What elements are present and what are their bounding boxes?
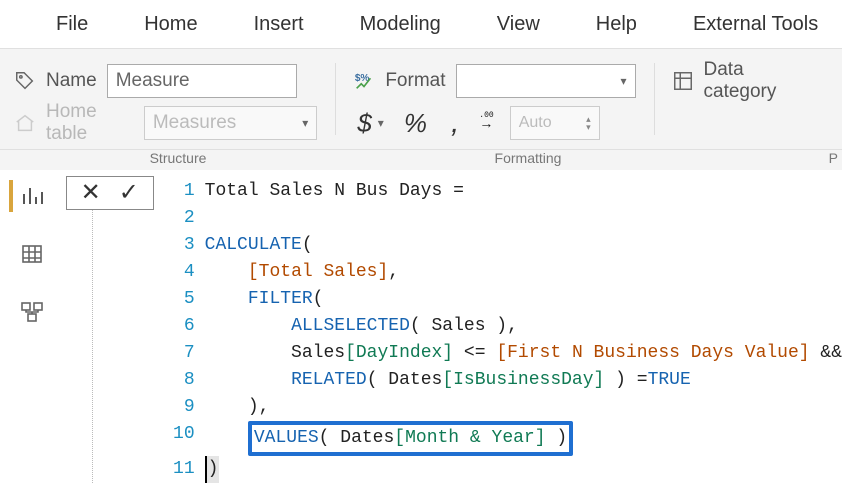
menu-view[interactable]: View	[469, 3, 568, 46]
spinner-icon: ▴▾	[586, 115, 591, 131]
format-icon: $%	[353, 70, 375, 92]
code-line: 1Total Sales N Bus Days =	[93, 178, 842, 205]
home-table-icon	[14, 112, 36, 134]
decimal-auto-value: Auto	[519, 114, 552, 132]
format-select[interactable]: ▾	[456, 64, 636, 98]
line-number: 2	[171, 205, 205, 232]
line-number: 1	[171, 178, 205, 205]
group-title-properties: P	[700, 150, 842, 166]
line-number: 4	[171, 259, 205, 286]
currency-button[interactable]: $	[353, 108, 375, 139]
name-input[interactable]: Measure	[107, 64, 297, 98]
line-text[interactable]: ),	[205, 394, 270, 421]
view-rail	[0, 170, 58, 483]
code-line: 7 Sales[DayIndex] <= [First N Business D…	[93, 340, 842, 367]
code-line: 10 VALUES( Dates[Month & Year] )	[93, 421, 842, 456]
data-view-button[interactable]	[9, 238, 49, 270]
line-text[interactable]: )	[205, 456, 220, 483]
highlighted-expression: VALUES( Dates[Month & Year] )	[248, 421, 573, 456]
ribbon-group-titles: Structure Formatting P	[0, 150, 842, 170]
home-table-value: Measures	[153, 112, 236, 134]
data-category-label: Data category	[704, 59, 811, 103]
menubar: File Home Insert Modeling View Help Exte…	[0, 0, 842, 48]
formula-accept-reject: ✕ ✓	[66, 176, 154, 210]
line-number: 8	[171, 367, 205, 394]
line-text[interactable]: Sales[DayIndex] <= [First N Business Day…	[205, 340, 842, 367]
line-number: 11	[171, 456, 205, 483]
accept-button[interactable]: ✓	[119, 181, 139, 205]
home-table-select[interactable]: Measures ▾	[144, 106, 317, 140]
code-line: 4 [Total Sales],	[93, 259, 842, 286]
menu-file[interactable]: File	[28, 3, 116, 46]
dax-code[interactable]: 1Total Sales N Bus Days =23CALCULATE(4 […	[93, 178, 842, 483]
data-category-icon	[672, 70, 694, 92]
model-view-button[interactable]	[9, 296, 49, 328]
line-text[interactable]: VALUES( Dates[Month & Year] )	[205, 421, 574, 456]
cancel-button[interactable]: ✕	[81, 181, 101, 205]
formula-editor: ✕ ✓ 1Total Sales N Bus Days =23CALCULATE…	[58, 170, 842, 483]
chevron-down-icon: ▾	[302, 116, 308, 130]
home-table-label: Home table	[46, 101, 134, 145]
menu-help[interactable]: Help	[568, 3, 665, 46]
format-label: Format	[385, 70, 445, 92]
line-number: 5	[171, 286, 205, 313]
line-number: 9	[171, 394, 205, 421]
line-text[interactable]: Total Sales N Bus Days =	[205, 178, 464, 205]
report-view-button[interactable]	[9, 180, 49, 212]
line-text[interactable]: CALCULATE(	[205, 232, 313, 259]
line-text[interactable]: FILTER(	[205, 286, 324, 313]
line-number: 10	[171, 421, 205, 448]
code-line: 5 FILTER(	[93, 286, 842, 313]
line-text[interactable]: RELATED( Dates[IsBusinessDay] ) =TRUE	[205, 367, 691, 394]
menu-modeling[interactable]: Modeling	[332, 3, 469, 46]
decimal-auto-input[interactable]: Auto ▴▾	[510, 106, 600, 140]
menu-home[interactable]: Home	[116, 3, 225, 46]
ribbon: Name Measure Home table Measures ▾	[0, 48, 842, 170]
percent-button[interactable]: %	[400, 108, 431, 139]
line-text[interactable]: ALLSELECTED( Sales ),	[205, 313, 518, 340]
workspace: ✕ ✓ 1Total Sales N Bus Days =23CALCULATE…	[0, 170, 842, 483]
line-number: 3	[171, 232, 205, 259]
ribbon-group-formatting: $% Format ▾ $ ▾ % , .00 → →0	[335, 61, 653, 143]
menu-external-tools[interactable]: External Tools	[665, 3, 842, 46]
group-title-structure: Structure	[0, 150, 356, 166]
ribbon-group-properties: Data category	[654, 61, 829, 143]
decimal-places-button[interactable]: .00 → →0	[479, 112, 493, 130]
group-title-formatting: Formatting	[356, 150, 700, 166]
code-line: 6 ALLSELECTED( Sales ),	[93, 313, 842, 340]
code-line: 8 RELATED( Dates[IsBusinessDay] ) =TRUE	[93, 367, 842, 394]
chevron-down-icon[interactable]: ▾	[378, 116, 384, 130]
line-number: 6	[171, 313, 205, 340]
thousands-button[interactable]: ,	[447, 106, 463, 140]
menu-insert[interactable]: Insert	[226, 3, 332, 46]
code-line: 3CALCULATE(	[93, 232, 842, 259]
name-label: Name	[46, 70, 97, 92]
code-gutter-area: 1Total Sales N Bus Days =23CALCULATE(4 […	[92, 178, 842, 483]
line-text[interactable]: [Total Sales],	[205, 259, 399, 286]
code-line: 11)	[93, 456, 842, 483]
code-line: 9 ),	[93, 394, 842, 421]
code-line: 2	[93, 205, 842, 232]
ribbon-group-structure: Name Measure Home table Measures ▾	[14, 61, 335, 143]
tag-icon	[14, 70, 36, 92]
chevron-down-icon: ▾	[620, 74, 626, 88]
line-number: 7	[171, 340, 205, 367]
